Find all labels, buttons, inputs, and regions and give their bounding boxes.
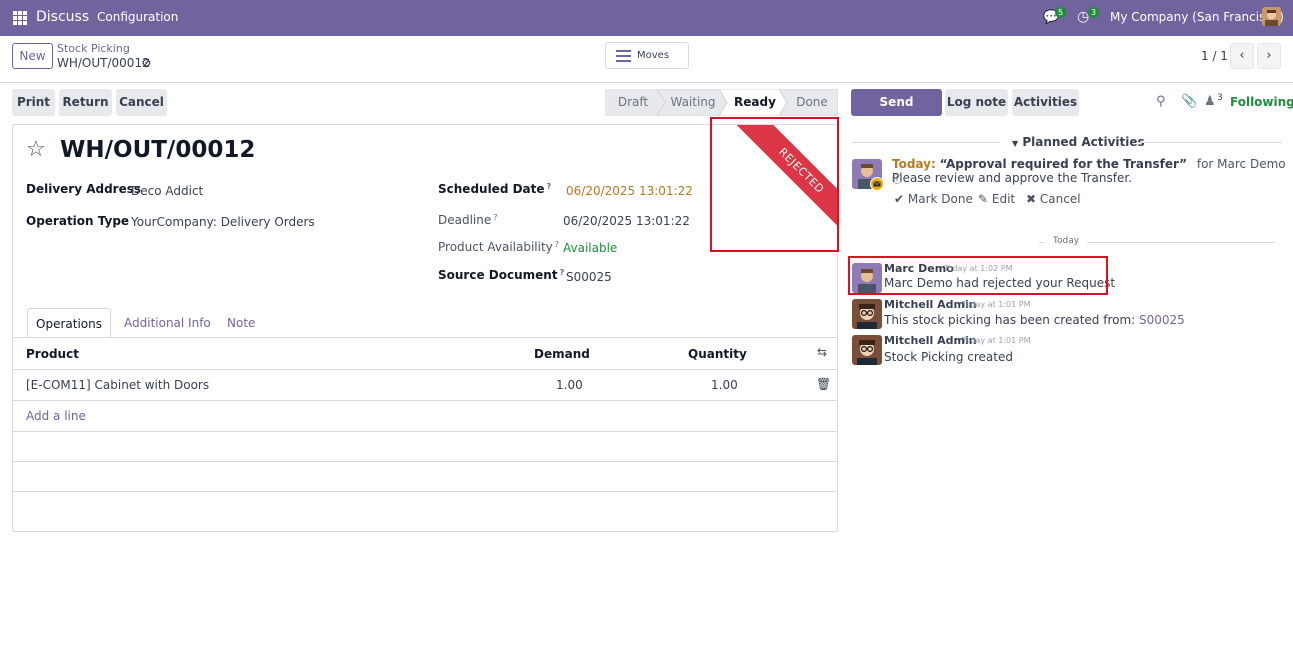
following-button[interactable]: Following bbox=[1230, 95, 1293, 109]
tabs-divider bbox=[13, 337, 837, 338]
edit-activity-button[interactable]: ✎ Edit bbox=[978, 192, 1015, 206]
column-product[interactable]: Product bbox=[26, 347, 79, 361]
list-icon bbox=[616, 50, 631, 65]
chatter-panel: Send message Log note Activities ⚲ 📎 ♟ 3… bbox=[849, 88, 1293, 652]
source-document-link[interactable]: S00025 bbox=[1139, 313, 1185, 327]
row-divider bbox=[13, 491, 837, 492]
cancel-activity-button[interactable]: ✖ Cancel bbox=[1026, 192, 1081, 206]
pager-next-button[interactable]: › bbox=[1257, 43, 1281, 69]
new-button[interactable]: New bbox=[12, 43, 53, 69]
search-icon[interactable]: ⚲ bbox=[1156, 94, 1166, 109]
trash-icon[interactable]: 🗑 bbox=[816, 377, 831, 391]
chat-counter-badge: 5 bbox=[1055, 7, 1067, 18]
pencil-icon: ✎ bbox=[978, 192, 989, 206]
activity-title: “Approval required for the Transfer” bbox=[939, 157, 1188, 171]
activities-button[interactable]: Activities bbox=[1012, 89, 1079, 116]
help-tooltip-icon[interactable]: ? bbox=[547, 182, 552, 191]
row-demand[interactable]: 1.00 bbox=[556, 378, 583, 392]
status-waiting[interactable]: Waiting bbox=[667, 89, 719, 116]
divider bbox=[852, 142, 1000, 143]
scheduled-date-field[interactable]: 06/20/2025 13:01:22 bbox=[566, 184, 693, 198]
menu-configuration[interactable]: Configuration bbox=[97, 10, 178, 24]
mark-done-button[interactable]: ✔ Mark Done bbox=[894, 192, 973, 206]
divider bbox=[1039, 242, 1045, 243]
message-avatar[interactable] bbox=[852, 299, 882, 329]
moves-label: Moves bbox=[637, 50, 670, 61]
row-divider bbox=[13, 400, 837, 401]
today-separator: Today bbox=[1053, 236, 1080, 246]
message-highlight-box bbox=[848, 256, 1108, 295]
status-done[interactable]: Done bbox=[789, 89, 835, 116]
status-draft[interactable]: Draft bbox=[613, 89, 653, 116]
activity-note: Please review and approve the Transfer. bbox=[892, 171, 1133, 185]
breadcrumb-stock-picking[interactable]: Stock Picking bbox=[57, 42, 130, 55]
activity-assignee: for Marc Demo bbox=[1196, 157, 1286, 171]
print-button[interactable]: Print bbox=[12, 89, 55, 116]
message-avatar[interactable] bbox=[852, 335, 882, 365]
followers-count: 3 bbox=[1217, 93, 1223, 103]
followers-icon[interactable]: ♟ bbox=[1204, 94, 1216, 109]
product-availability-label: Product Availability? bbox=[438, 240, 560, 254]
return-button[interactable]: Return bbox=[59, 89, 112, 116]
send-message-button[interactable]: Send message bbox=[851, 89, 942, 136]
apps-grid-icon[interactable] bbox=[13, 11, 27, 25]
row-divider bbox=[13, 431, 837, 432]
app-name[interactable]: Discuss bbox=[36, 9, 89, 25]
tab-operations[interactable]: Operations bbox=[27, 308, 111, 338]
message-body: This stock picking has been created from… bbox=[884, 313, 1185, 327]
row-divider bbox=[13, 461, 837, 462]
message-body: Stock Picking created bbox=[884, 350, 1013, 364]
delivery-address-label: Delivery Address bbox=[26, 182, 142, 196]
control-panel: New Stock Picking WH/OUT/00012 ⚙ Moves 1… bbox=[0, 36, 1293, 83]
log-note-button[interactable]: Log note bbox=[945, 89, 1008, 116]
tab-note[interactable]: Note bbox=[227, 308, 255, 338]
row-quantity[interactable]: 1.00 bbox=[711, 378, 738, 392]
divider bbox=[1087, 242, 1275, 243]
top-navbar: Discuss Configuration 💬 5 ◷ 3 My Company… bbox=[0, 0, 1293, 36]
delivery-address-field[interactable]: Deco Addict bbox=[131, 184, 203, 198]
optional-columns-icon[interactable]: ⇆ bbox=[817, 345, 827, 359]
source-document-field[interactable]: S00025 bbox=[566, 270, 612, 284]
message-time: Today at 1:01 PM bbox=[962, 300, 1031, 309]
company-switcher[interactable]: My Company (San Francisco) bbox=[1110, 10, 1284, 24]
table-header-divider bbox=[13, 369, 837, 370]
divider bbox=[1136, 142, 1282, 143]
envelope-icon bbox=[870, 177, 884, 191]
operation-type-label: Operation Type bbox=[26, 214, 130, 228]
gear-icon[interactable]: ⚙ bbox=[141, 56, 152, 70]
pager-value[interactable]: 1 / 1 bbox=[1201, 49, 1228, 63]
product-availability-field: Available bbox=[563, 241, 618, 255]
status-ready[interactable]: Ready bbox=[729, 89, 781, 116]
activity-counter-badge: 3 bbox=[1088, 7, 1100, 18]
help-tooltip-icon[interactable]: ? bbox=[560, 268, 565, 277]
check-icon: ✔ bbox=[894, 192, 905, 206]
breadcrumb-record-name: WH/OUT/00012 bbox=[57, 56, 150, 70]
times-icon: ✖ bbox=[1026, 192, 1037, 206]
operation-type-field[interactable]: YourCompany: Delivery Orders bbox=[131, 215, 315, 229]
source-document-label: Source Document? bbox=[438, 268, 565, 282]
user-avatar[interactable] bbox=[1262, 7, 1281, 26]
caret-down-icon: ▼ bbox=[1012, 139, 1019, 148]
help-tooltip-icon[interactable]: ? bbox=[555, 240, 559, 249]
scheduled-date-label: Scheduled Date? bbox=[438, 182, 552, 196]
star-icon[interactable]: ☆ bbox=[26, 137, 46, 162]
activity-when: Today: bbox=[892, 157, 936, 171]
cancel-button[interactable]: Cancel bbox=[116, 89, 167, 116]
planned-activities-toggle[interactable]: ▼ Planned Activities bbox=[1012, 135, 1145, 149]
row-product[interactable]: [E-COM11] Cabinet with Doors bbox=[26, 378, 209, 392]
deadline-field[interactable]: 06/20/2025 13:01:22 bbox=[563, 214, 690, 228]
record-title: WH/OUT/00012 bbox=[60, 137, 256, 163]
add-line-link[interactable]: Add a line bbox=[26, 409, 86, 423]
tab-additional-info[interactable]: Additional Info bbox=[124, 308, 211, 338]
paperclip-icon[interactable]: 📎 bbox=[1181, 94, 1197, 109]
help-tooltip-icon[interactable]: ? bbox=[493, 213, 497, 222]
column-demand[interactable]: Demand bbox=[534, 347, 590, 361]
ribbon-highlight-box bbox=[710, 117, 839, 252]
column-quantity[interactable]: Quantity bbox=[688, 347, 747, 361]
deadline-label: Deadline? bbox=[438, 213, 498, 227]
message-time: Today at 1:01 PM bbox=[962, 336, 1031, 345]
moves-smart-button[interactable]: Moves bbox=[605, 42, 689, 69]
pager-previous-button[interactable]: ‹ bbox=[1230, 43, 1254, 69]
